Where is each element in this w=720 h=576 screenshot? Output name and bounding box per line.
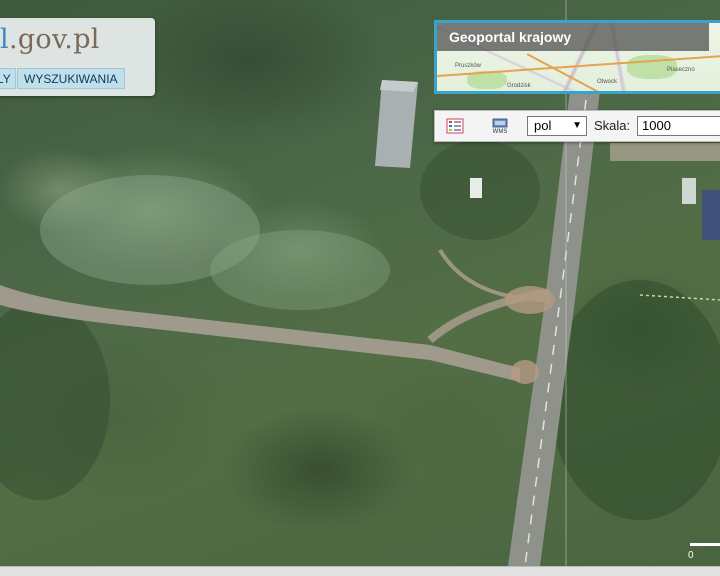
logo-panel: l.gov.pl LY WYSZUKIWANIA (0, 18, 155, 96)
preview-town: Grodzisk (507, 83, 531, 89)
chevron-down-icon: ▼ (572, 120, 582, 131)
geoportal-preview-map[interactable]: Pruszków Otwock Grodzisk Piaseczno Geopo… (434, 20, 720, 94)
scale-label: Skala: (594, 118, 631, 133)
maps-button[interactable]: LY (0, 68, 16, 89)
scale-input[interactable]: 1000 (637, 116, 720, 136)
language-value: pol (534, 118, 552, 133)
logo-accent-letter: l (0, 24, 9, 55)
preview-title-bar: Geoportal krajowy (437, 23, 709, 51)
wms-icon[interactable]: WMS (491, 118, 509, 134)
preview-road (526, 53, 634, 91)
language-select[interactable]: pol ▼ (527, 116, 587, 136)
map-toolbar: WMS pol ▼ Skala: 1000 (434, 110, 720, 142)
preview-town: Piaseczno (667, 67, 695, 73)
bottom-status-strip (0, 566, 720, 576)
preview-town: Pruszków (455, 63, 482, 69)
map-scale-bar (690, 543, 720, 546)
site-logo[interactable]: l.gov.pl (0, 24, 100, 55)
preview-title: Geoportal krajowy (449, 29, 572, 45)
scale-bar-zero: 0 (688, 550, 694, 561)
preview-town: Otwock (597, 79, 618, 85)
svg-text:WMS: WMS (493, 129, 508, 134)
legend-icon[interactable] (446, 118, 464, 134)
search-button[interactable]: WYSZUKIWANIA (17, 68, 125, 89)
logo-domain: .gov.pl (8, 24, 100, 55)
